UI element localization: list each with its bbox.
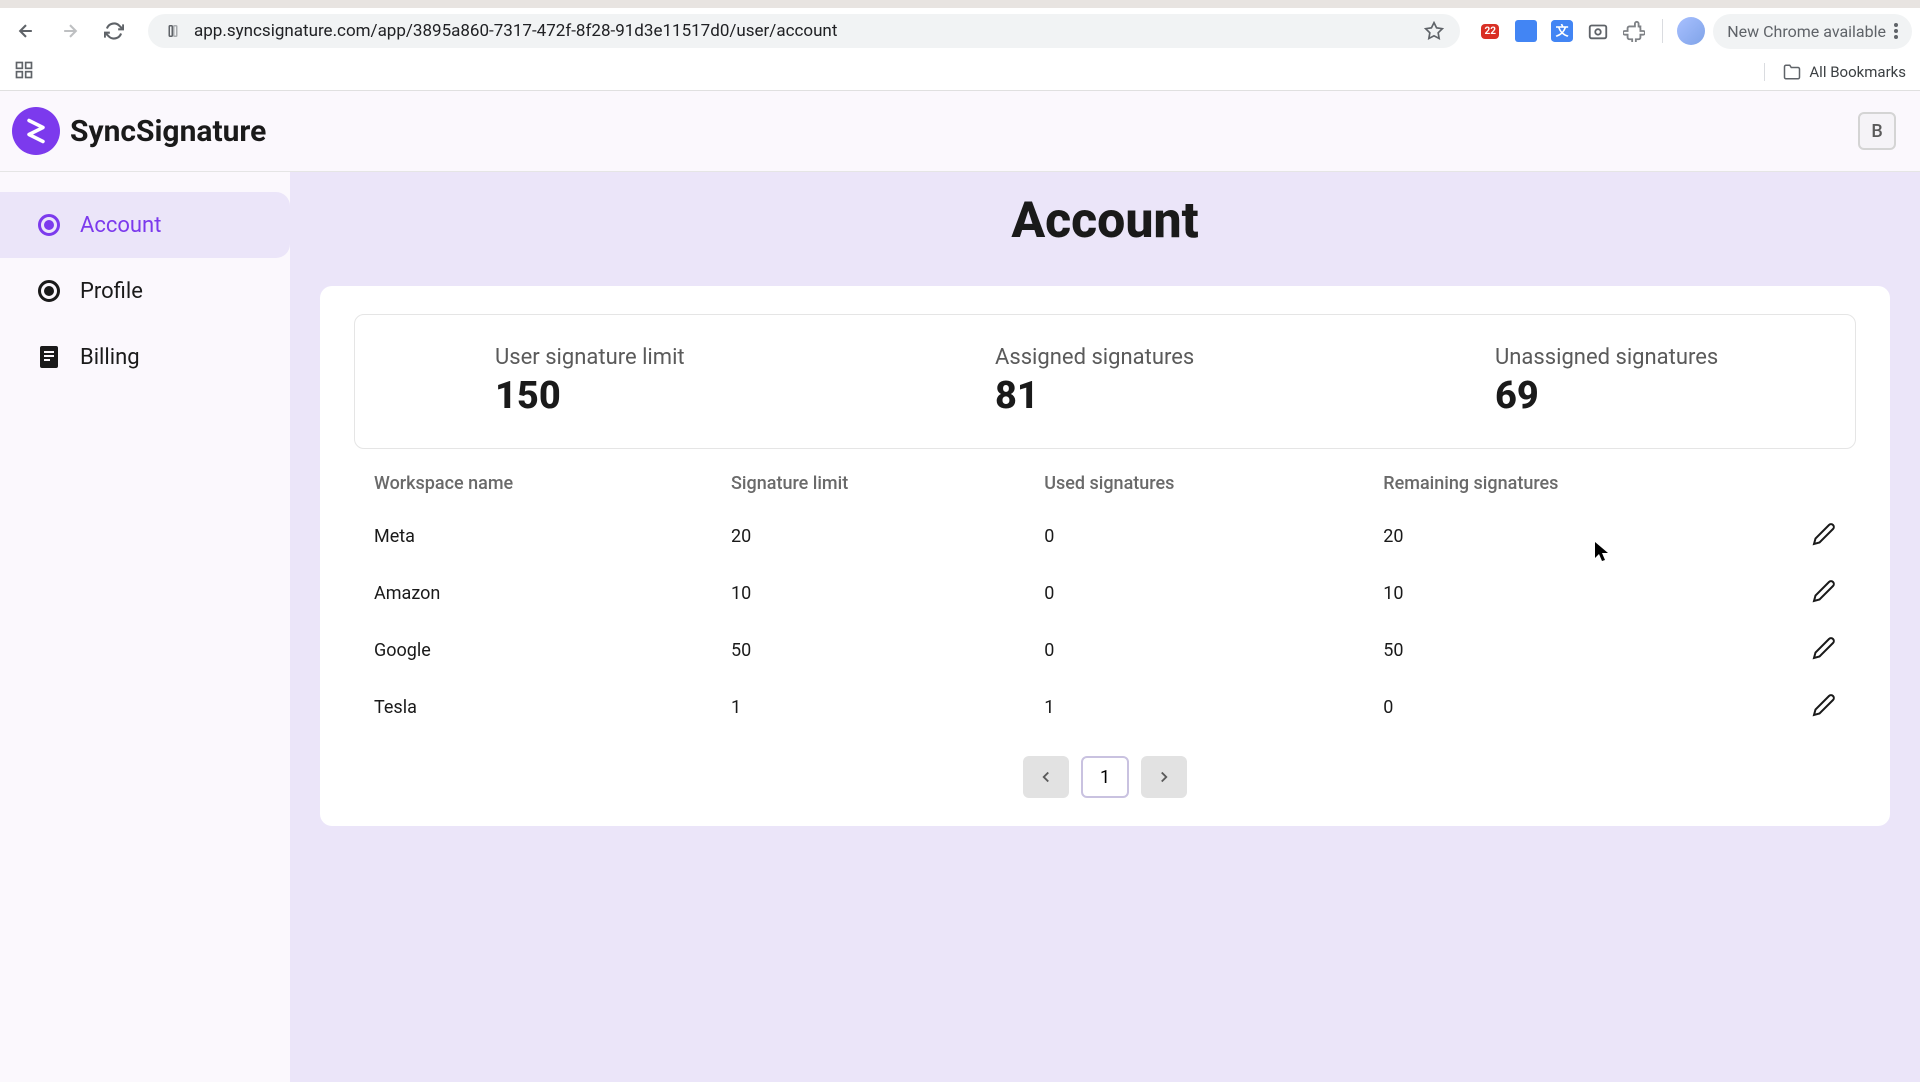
app-header: SyncSignature B — [0, 91, 1920, 172]
prev-page-button[interactable] — [1023, 756, 1069, 798]
edit-icon — [1812, 579, 1836, 603]
edit-icon — [1812, 693, 1836, 717]
folder-icon — [1783, 63, 1801, 81]
svg-text:文: 文 — [1556, 24, 1569, 40]
sidebar-item-label: Profile — [80, 279, 143, 304]
cell-workspace-name: Meta — [354, 508, 711, 565]
divider — [1662, 19, 1663, 43]
cell-actions — [1792, 508, 1856, 565]
back-button[interactable] — [8, 13, 44, 49]
main-layout: Account Profile Billing Account User sig… — [0, 172, 1920, 1082]
cell-used-signatures: 1 — [1024, 679, 1363, 736]
edit-button[interactable] — [1812, 644, 1836, 665]
stat-label: Assigned signatures — [995, 345, 1355, 370]
extension-icon-2[interactable] — [1512, 17, 1540, 45]
cell-actions — [1792, 679, 1856, 736]
sidebar-item-label: Account — [80, 213, 161, 238]
table-row: Google 50 0 50 — [354, 622, 1856, 679]
brand-logo-icon — [12, 107, 60, 155]
bookmarks-bar: All Bookmarks — [0, 54, 1920, 90]
header-remaining: Remaining signatures — [1363, 459, 1792, 508]
stat-label: Unassigned signatures — [1495, 345, 1855, 370]
browser-toolbar: app.syncsignature.com/app/3895a860-7317-… — [0, 8, 1920, 54]
apps-grid-icon[interactable] — [14, 60, 34, 84]
cell-used-signatures: 0 — [1024, 508, 1363, 565]
stat-label: User signature limit — [495, 345, 855, 370]
content-area: Account User signature limit 150 Assigne… — [290, 172, 1920, 1082]
next-page-button[interactable] — [1141, 756, 1187, 798]
profile-icon — [36, 278, 62, 304]
cell-signature-limit: 10 — [711, 565, 1024, 622]
pagination: 1 — [354, 756, 1856, 798]
edit-button[interactable] — [1812, 701, 1836, 722]
sidebar-item-account[interactable]: Account — [0, 192, 290, 258]
header-limit: Signature limit — [711, 459, 1024, 508]
edit-icon — [1812, 522, 1836, 546]
stat-unassigned: Unassigned signatures 69 — [1355, 345, 1855, 418]
sidebar-item-billing[interactable]: Billing — [0, 324, 290, 390]
cell-workspace-name: Google — [354, 622, 711, 679]
cell-signature-limit: 50 — [711, 622, 1024, 679]
chrome-update-button[interactable]: New Chrome available — [1713, 14, 1912, 49]
chevron-right-icon — [1155, 768, 1173, 786]
cell-signature-limit: 1 — [711, 679, 1024, 736]
sidebar-item-label: Billing — [80, 345, 140, 370]
workspaces-table: Workspace name Signature limit Used sign… — [354, 459, 1856, 736]
cell-actions — [1792, 565, 1856, 622]
url-text: app.syncsignature.com/app/3895a860-7317-… — [194, 21, 1412, 41]
forward-button[interactable] — [52, 13, 88, 49]
user-badge[interactable]: B — [1858, 112, 1896, 150]
profile-avatar[interactable] — [1677, 17, 1705, 45]
stat-user-limit: User signature limit 150 — [355, 345, 855, 418]
stat-value: 150 — [495, 374, 855, 418]
url-bar[interactable]: app.syncsignature.com/app/3895a860-7317-… — [148, 14, 1460, 48]
header-workspace: Workspace name — [354, 459, 711, 508]
cell-signature-limit: 20 — [711, 508, 1024, 565]
brand[interactable]: SyncSignature — [12, 107, 266, 155]
extension-calendar-icon[interactable]: 22 — [1476, 17, 1504, 45]
sidebar-item-profile[interactable]: Profile — [0, 258, 290, 324]
cell-remaining-signatures: 20 — [1363, 508, 1792, 565]
cell-workspace-name: Amazon — [354, 565, 711, 622]
edit-icon — [1812, 636, 1836, 660]
all-bookmarks-button[interactable]: All Bookmarks — [1764, 63, 1906, 81]
billing-icon — [36, 344, 62, 370]
browser-chrome: app.syncsignature.com/app/3895a860-7317-… — [0, 0, 1920, 91]
page-title: Account — [320, 192, 1890, 250]
extensions-icon[interactable] — [1620, 17, 1648, 45]
cell-workspace-name: Tesla — [354, 679, 711, 736]
table-header-row: Workspace name Signature limit Used sign… — [354, 459, 1856, 508]
table-row: Amazon 10 0 10 — [354, 565, 1856, 622]
cell-remaining-signatures: 0 — [1363, 679, 1792, 736]
cell-used-signatures: 0 — [1024, 565, 1363, 622]
table-row: Meta 20 0 20 — [354, 508, 1856, 565]
stat-value: 81 — [995, 374, 1355, 418]
extension-lens-icon[interactable] — [1584, 17, 1612, 45]
chevron-left-icon — [1037, 768, 1055, 786]
stat-value: 69 — [1495, 374, 1855, 418]
cell-used-signatures: 0 — [1024, 622, 1363, 679]
table-row: Tesla 1 1 0 — [354, 679, 1856, 736]
sidebar: Account Profile Billing — [0, 172, 290, 1082]
star-icon[interactable] — [1424, 21, 1444, 41]
tab-bar — [0, 0, 1920, 8]
cell-remaining-signatures: 10 — [1363, 565, 1792, 622]
extension-translate-icon[interactable]: 文 — [1548, 17, 1576, 45]
brand-name: SyncSignature — [70, 114, 266, 149]
stat-assigned: Assigned signatures 81 — [855, 345, 1355, 418]
site-settings-icon — [164, 22, 182, 40]
stats-box: User signature limit 150 Assigned signat… — [354, 314, 1856, 449]
cell-actions — [1792, 622, 1856, 679]
header-used: Used signatures — [1024, 459, 1363, 508]
page-number[interactable]: 1 — [1081, 756, 1129, 798]
edit-button[interactable] — [1812, 530, 1836, 551]
cell-remaining-signatures: 50 — [1363, 622, 1792, 679]
menu-dots-icon — [1894, 23, 1898, 39]
account-icon — [36, 212, 62, 238]
edit-button[interactable] — [1812, 587, 1836, 608]
account-card: User signature limit 150 Assigned signat… — [320, 286, 1890, 826]
reload-button[interactable] — [96, 13, 132, 49]
